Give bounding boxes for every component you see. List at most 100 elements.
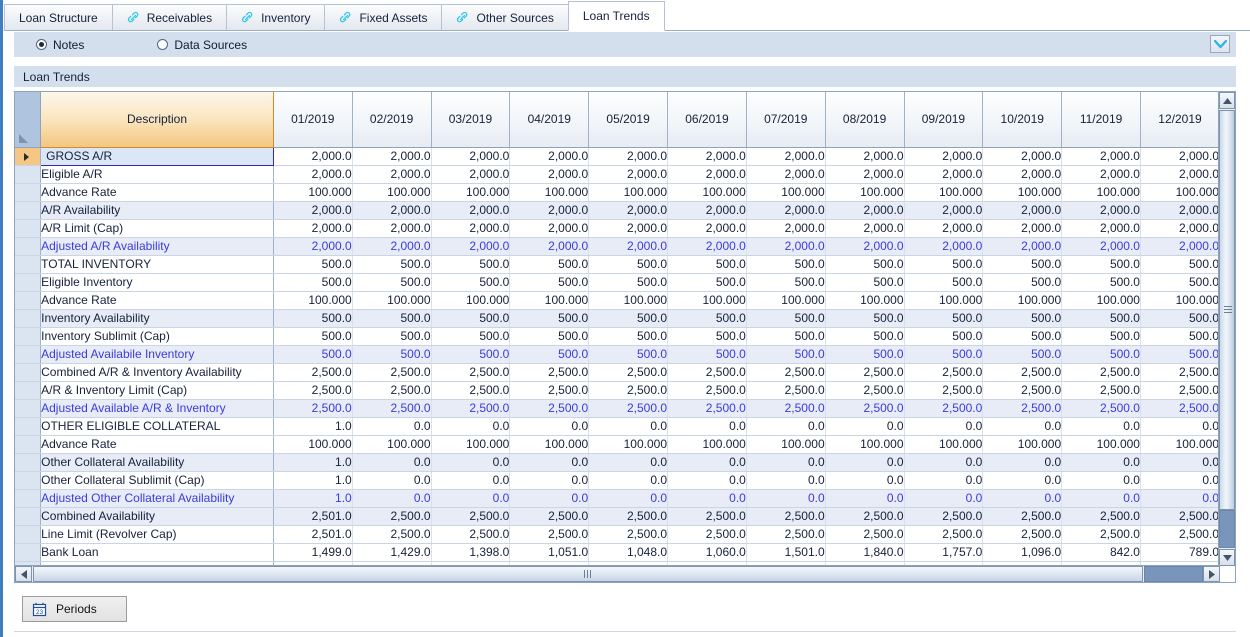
data-cell[interactable]: 2,000.0 <box>1062 201 1141 219</box>
data-cell[interactable]: 500.0 <box>746 309 825 327</box>
data-cell[interactable]: 2,000.0 <box>668 237 747 255</box>
data-cell[interactable]: 500.0 <box>1062 255 1141 273</box>
data-cell[interactable]: 2,500.0 <box>983 507 1062 525</box>
data-cell[interactable]: 2,000.0 <box>1140 165 1219 183</box>
data-cell[interactable]: 500.0 <box>904 273 983 291</box>
data-cell[interactable]: 2,000.0 <box>746 237 825 255</box>
data-cell[interactable]: 2,500.0 <box>352 525 431 543</box>
data-cell[interactable]: 2,000.0 <box>825 237 904 255</box>
scroll-left-icon[interactable] <box>15 566 32 582</box>
data-cell[interactable]: 2,500.0 <box>668 507 747 525</box>
data-cell[interactable]: 2,500.0 <box>746 399 825 417</box>
data-cell[interactable]: 1,060.0 <box>668 543 747 561</box>
data-cell[interactable]: 2,000.0 <box>668 165 747 183</box>
data-cell[interactable]: 842.0 <box>1062 543 1141 561</box>
tab-inventory[interactable]: Inventory <box>226 4 325 31</box>
data-cell[interactable]: 2,000.0 <box>273 237 352 255</box>
data-cell[interactable]: 0.0 <box>510 453 589 471</box>
data-cell[interactable]: 2,000.0 <box>1140 219 1219 237</box>
data-cell[interactable]: 2,000.0 <box>825 165 904 183</box>
radio-data-sources[interactable]: Data Sources <box>157 38 247 52</box>
data-cell[interactable]: 1,499.0 <box>273 543 352 561</box>
tab-receivables[interactable]: Receivables <box>112 4 227 31</box>
horizontal-scroll-thumb[interactable] <box>33 566 1143 582</box>
row-selector-cell[interactable] <box>15 417 41 435</box>
data-cell[interactable]: 0.0 <box>668 417 747 435</box>
data-cell[interactable]: 2,000.0 <box>904 201 983 219</box>
data-cell[interactable]: 0.0 <box>746 417 825 435</box>
data-cell[interactable]: 500.0 <box>1062 309 1141 327</box>
data-cell[interactable]: 2,000.0 <box>273 201 352 219</box>
data-cell[interactable]: 0.0 <box>1140 489 1219 507</box>
row-selector-cell[interactable] <box>15 381 41 399</box>
row-selector-cell[interactable] <box>15 219 41 237</box>
data-cell[interactable]: 500.0 <box>273 345 352 363</box>
row-label-cell[interactable]: Bank Loan <box>41 543 274 561</box>
data-cell[interactable]: 500.0 <box>983 309 1062 327</box>
row-selector-cell[interactable] <box>15 255 41 273</box>
radio-data-sources-indicator[interactable] <box>157 39 168 50</box>
table-row[interactable]: Adjusted Other Collateral Availability1.… <box>15 489 1220 507</box>
data-cell[interactable]: 500.0 <box>746 345 825 363</box>
table-row[interactable]: Combined Availability2,501.02,500.02,500… <box>15 507 1220 525</box>
table-row[interactable]: A/R & Inventory Limit (Cap)2,500.02,500.… <box>15 381 1220 399</box>
column-header-month[interactable]: 08/2019 <box>825 92 904 147</box>
data-cell[interactable]: 2,500.0 <box>1062 399 1141 417</box>
data-cell[interactable]: 500.0 <box>510 273 589 291</box>
data-cell[interactable]: 2,000.0 <box>431 147 510 165</box>
table-row[interactable]: Other Collateral Availability1.00.00.00.… <box>15 453 1220 471</box>
data-cell[interactable]: 2,500.0 <box>668 525 747 543</box>
row-label-cell[interactable]: Combined Availability <box>41 507 274 525</box>
data-cell[interactable]: 100.000 <box>1140 291 1219 309</box>
row-label-cell[interactable]: Adjusted Other Collateral Availability <box>41 489 274 507</box>
data-cell[interactable]: 0.0 <box>510 489 589 507</box>
data-cell[interactable]: 500.0 <box>510 345 589 363</box>
data-cell[interactable]: 100.000 <box>825 435 904 453</box>
data-cell[interactable]: 2,500.0 <box>352 363 431 381</box>
radio-notes-indicator[interactable] <box>36 39 47 50</box>
data-cell[interactable]: 100.000 <box>746 183 825 201</box>
data-cell[interactable]: 2,500.0 <box>904 525 983 543</box>
data-cell[interactable]: 500.0 <box>983 255 1062 273</box>
data-cell[interactable]: 789.0 <box>1140 543 1219 561</box>
table-row[interactable]: A/R Availability2,000.02,000.02,000.02,0… <box>15 201 1220 219</box>
data-cell[interactable]: 0.0 <box>589 417 668 435</box>
data-cell[interactable]: 1,757.0 <box>904 543 983 561</box>
data-cell[interactable]: 2,000.0 <box>746 147 825 165</box>
row-label-cell[interactable]: Other Collateral Sublimit (Cap) <box>41 471 274 489</box>
vertical-scroll-track-filled[interactable] <box>1219 510 1235 548</box>
data-cell[interactable]: 2,000.0 <box>1140 147 1219 165</box>
data-cell[interactable]: 0.0 <box>904 489 983 507</box>
data-cell[interactable]: 2,500.0 <box>510 525 589 543</box>
row-label-cell[interactable]: Other Collateral Availability <box>41 453 274 471</box>
data-cell[interactable]: 2,000.0 <box>589 219 668 237</box>
data-cell[interactable]: 0.0 <box>904 417 983 435</box>
data-cell[interactable]: 2,500.0 <box>431 507 510 525</box>
data-cell[interactable]: 2,000.0 <box>510 237 589 255</box>
tab-other-sources[interactable]: Other Sources <box>441 4 568 31</box>
data-cell[interactable]: 2,500.0 <box>589 507 668 525</box>
data-cell[interactable]: 2,500.0 <box>1140 399 1219 417</box>
row-selector-cell[interactable] <box>15 273 41 291</box>
data-cell[interactable]: 500.0 <box>589 345 668 363</box>
data-cell[interactable]: 0.0 <box>1062 417 1141 435</box>
row-selector-cell[interactable] <box>15 165 41 183</box>
table-row[interactable]: GROSS A/R2,000.02,000.02,000.02,000.02,0… <box>15 147 1220 165</box>
data-cell[interactable]: 500.0 <box>510 309 589 327</box>
data-cell[interactable]: 0.0 <box>825 453 904 471</box>
data-cell[interactable]: 0.0 <box>1062 453 1141 471</box>
data-cell[interactable]: 500.0 <box>431 273 510 291</box>
table-row[interactable]: Eligible Inventory500.0500.0500.0500.050… <box>15 273 1220 291</box>
data-cell[interactable]: 100.000 <box>589 291 668 309</box>
data-cell[interactable]: 2,500.0 <box>510 381 589 399</box>
data-cell[interactable]: 2,500.0 <box>668 381 747 399</box>
data-cell[interactable]: 500.0 <box>273 309 352 327</box>
data-cell[interactable]: 100.000 <box>904 291 983 309</box>
data-cell[interactable]: 2,500.0 <box>589 363 668 381</box>
data-cell[interactable]: 0.0 <box>1140 417 1219 435</box>
data-cell[interactable]: 2,500.0 <box>510 507 589 525</box>
data-cell[interactable]: 500.0 <box>352 345 431 363</box>
data-cell[interactable]: 500.0 <box>431 255 510 273</box>
data-cell[interactable]: 0.0 <box>352 417 431 435</box>
data-cell[interactable]: 100.000 <box>589 435 668 453</box>
